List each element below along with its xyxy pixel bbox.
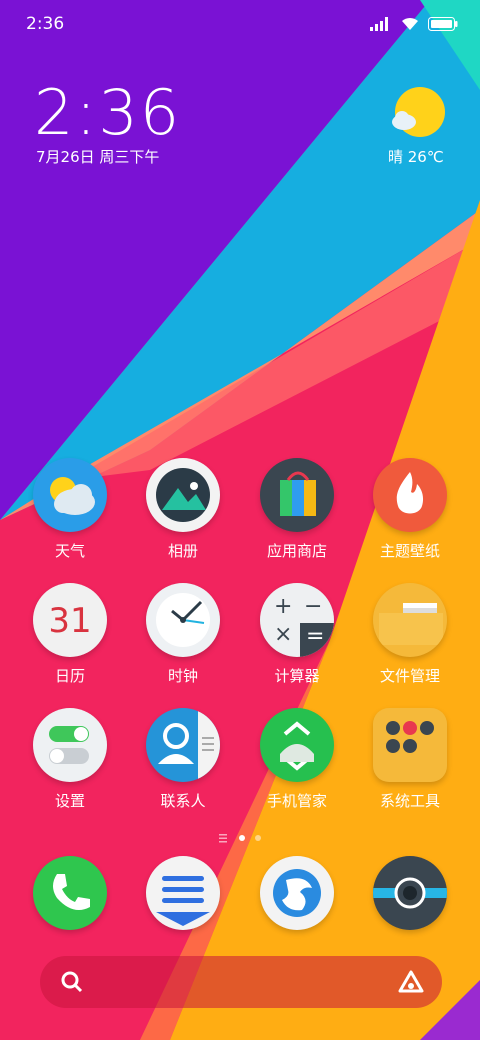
system-tools-folder-icon bbox=[373, 708, 447, 782]
clock-icon bbox=[146, 583, 220, 657]
app-label: 天气 bbox=[54, 542, 85, 560]
svg-text:−: − bbox=[304, 594, 322, 619]
browser-icon bbox=[260, 856, 334, 930]
app-label: 时钟 bbox=[167, 667, 198, 685]
page-indicator[interactable] bbox=[0, 828, 480, 847]
dock-messages[interactable] bbox=[127, 856, 239, 930]
app-security[interactable]: 手机管家 bbox=[241, 708, 353, 811]
app-label: 相册 bbox=[167, 542, 198, 560]
dock-browser[interactable] bbox=[241, 856, 353, 930]
status-time: 2:36 bbox=[26, 14, 65, 34]
contacts-icon bbox=[146, 708, 220, 782]
file-manager-icon bbox=[373, 583, 447, 657]
app-label: 手机管家 bbox=[266, 792, 327, 810]
camera-icon bbox=[373, 856, 447, 930]
status-bar: 2:36 bbox=[0, 0, 480, 50]
app-label: 文件管理 bbox=[379, 667, 440, 685]
page-dot-active bbox=[239, 834, 245, 841]
gallery-icon bbox=[146, 458, 220, 532]
settings-icon bbox=[33, 708, 107, 782]
calendar-icon: 31 bbox=[33, 583, 107, 657]
app-label: 系统工具 bbox=[379, 792, 440, 810]
search-icon bbox=[60, 970, 84, 998]
search-bar[interactable] bbox=[40, 956, 442, 1008]
messages-icon bbox=[146, 856, 220, 930]
app-settings[interactable]: 设置 bbox=[14, 708, 126, 811]
app-calendar[interactable]: 31 日历 bbox=[14, 583, 126, 686]
app-store-icon bbox=[260, 458, 334, 532]
calculator-icon: + − × = bbox=[260, 583, 334, 657]
app-calculator[interactable]: + − × = 计算器 bbox=[241, 583, 353, 686]
weather-icon bbox=[33, 458, 107, 532]
svg-text:+: + bbox=[274, 594, 292, 619]
app-clock[interactable]: 时钟 bbox=[127, 583, 239, 686]
app-label: 应用商店 bbox=[266, 542, 327, 560]
sunny-weather-icon[interactable] bbox=[388, 84, 446, 140]
battery-icon bbox=[428, 16, 458, 35]
dock-camera[interactable] bbox=[354, 856, 466, 930]
app-file-manager[interactable]: 文件管理 bbox=[354, 583, 466, 686]
assistant-icon[interactable] bbox=[398, 969, 424, 999]
app-label: 日历 bbox=[54, 667, 85, 685]
themes-icon bbox=[373, 458, 447, 532]
app-themes[interactable]: 主题壁纸 bbox=[354, 458, 466, 561]
app-label: 主题壁纸 bbox=[379, 542, 440, 560]
menu-lines-icon bbox=[219, 828, 229, 847]
app-gallery[interactable]: 相册 bbox=[127, 458, 239, 561]
signal-icon bbox=[370, 16, 392, 35]
page-dot bbox=[255, 834, 261, 841]
app-label: 设置 bbox=[54, 792, 85, 810]
app-weather[interactable]: 天气 bbox=[14, 458, 126, 561]
app-system-tools[interactable]: 系统工具 bbox=[354, 708, 466, 811]
app-contacts[interactable]: 联系人 bbox=[127, 708, 239, 811]
app-label: 计算器 bbox=[274, 667, 320, 685]
security-icon bbox=[260, 708, 334, 782]
dock-phone[interactable] bbox=[14, 856, 126, 930]
wifi-icon bbox=[400, 15, 420, 35]
app-label: 联系人 bbox=[160, 792, 206, 810]
calendar-day: 31 bbox=[48, 601, 92, 641]
widget-date: 7月26日 周三下午 bbox=[36, 148, 160, 166]
svg-text:=: = bbox=[306, 624, 324, 649]
phone-icon bbox=[33, 856, 107, 930]
widget-clock[interactable]: 2:36 bbox=[34, 76, 181, 149]
svg-text:×: × bbox=[274, 622, 292, 647]
app-store[interactable]: 应用商店 bbox=[241, 458, 353, 561]
widget-weather: 晴 26℃ bbox=[388, 148, 444, 166]
